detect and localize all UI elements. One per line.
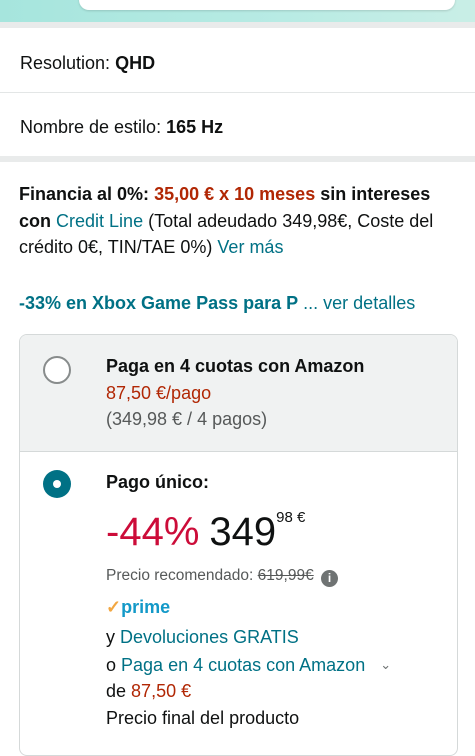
credit-line-link[interactable]: Credit Line: [56, 211, 143, 231]
discount-percentage: -44%: [106, 510, 200, 554]
returns-line: y Devoluciones GRATIS: [106, 625, 299, 649]
installments-breakdown: (349,98 € / 4 pagos): [106, 409, 268, 429]
chevron-down-icon[interactable]: ⌄: [380, 653, 391, 677]
section-divider: [0, 22, 475, 28]
section-divider: [0, 156, 475, 162]
variation-value: QHD: [115, 53, 156, 73]
financing-prefix: Financia al 0%:: [19, 184, 150, 204]
free-returns-link[interactable]: Devoluciones GRATIS: [120, 627, 299, 647]
promotion[interactable]: -33% en Xbox Game Pass para P ... ver de…: [19, 291, 459, 315]
prime-check-icon: ✓: [106, 597, 122, 617]
prime-logo: prime: [121, 597, 171, 617]
promotion-details-link[interactable]: ... ver detalles: [303, 293, 415, 313]
search-bar[interactable]: [79, 0, 455, 10]
returns-prefix: y: [106, 627, 115, 647]
list-price-value: 619,99€: [257, 567, 314, 584]
price-whole: 349: [209, 510, 277, 554]
financing-offer: Financia al 0%: 35,00 € x 10 meses sin i…: [19, 181, 459, 261]
promotion-text: -33% en Xbox Game Pass para P: [19, 293, 299, 313]
alt-amount-line: de 87,50 €: [106, 679, 191, 703]
financing-amount: 35,00 € x 10 meses: [154, 184, 316, 204]
alt-amount-value: 87,50 €: [131, 681, 192, 701]
single-payment-title: Pago único:: [106, 472, 209, 492]
final-price-note: Precio final del producto: [106, 708, 300, 728]
single-payment-radio[interactable]: [43, 470, 71, 498]
installments-option[interactable]: Paga en 4 cuotas con Amazon 87,50 €/pago…: [20, 335, 457, 452]
see-more-link[interactable]: Ver más: [217, 237, 283, 257]
installments-per-payment: 87,50 €/pago: [106, 383, 212, 403]
price-fraction: 98 €: [276, 509, 306, 526]
info-icon[interactable]: i: [321, 570, 338, 587]
alt-amount-prefix: de: [106, 681, 127, 701]
alt-payment-line: o Paga en 4 cuotas con Amazon ⌄: [106, 653, 391, 677]
list-price-label: Precio recomendado:: [106, 567, 254, 584]
row-divider: [0, 92, 475, 93]
variation-label: Resolution:: [20, 53, 111, 73]
alt-payment-prefix: o: [106, 655, 117, 675]
price-display: -44% 34998 €: [106, 507, 305, 557]
variation-resolution[interactable]: Resolution: QHD: [20, 52, 155, 74]
payment-options: Paga en 4 cuotas con Amazon 87,50 €/pago…: [19, 334, 458, 756]
installments-radio[interactable]: [43, 356, 71, 384]
variation-style-name[interactable]: Nombre de estilo: 165 Hz: [20, 116, 223, 138]
installments-link[interactable]: Paga en 4 cuotas con Amazon: [121, 655, 365, 675]
installments-title: Paga en 4 cuotas con Amazon: [106, 356, 365, 376]
prime-badge: ✓prime: [106, 595, 170, 619]
list-price: Precio recomendado: 619,99€ i: [106, 565, 338, 587]
variation-value: 165 Hz: [166, 117, 224, 137]
header-bar: [0, 0, 475, 22]
variation-label: Nombre de estilo:: [20, 117, 162, 137]
